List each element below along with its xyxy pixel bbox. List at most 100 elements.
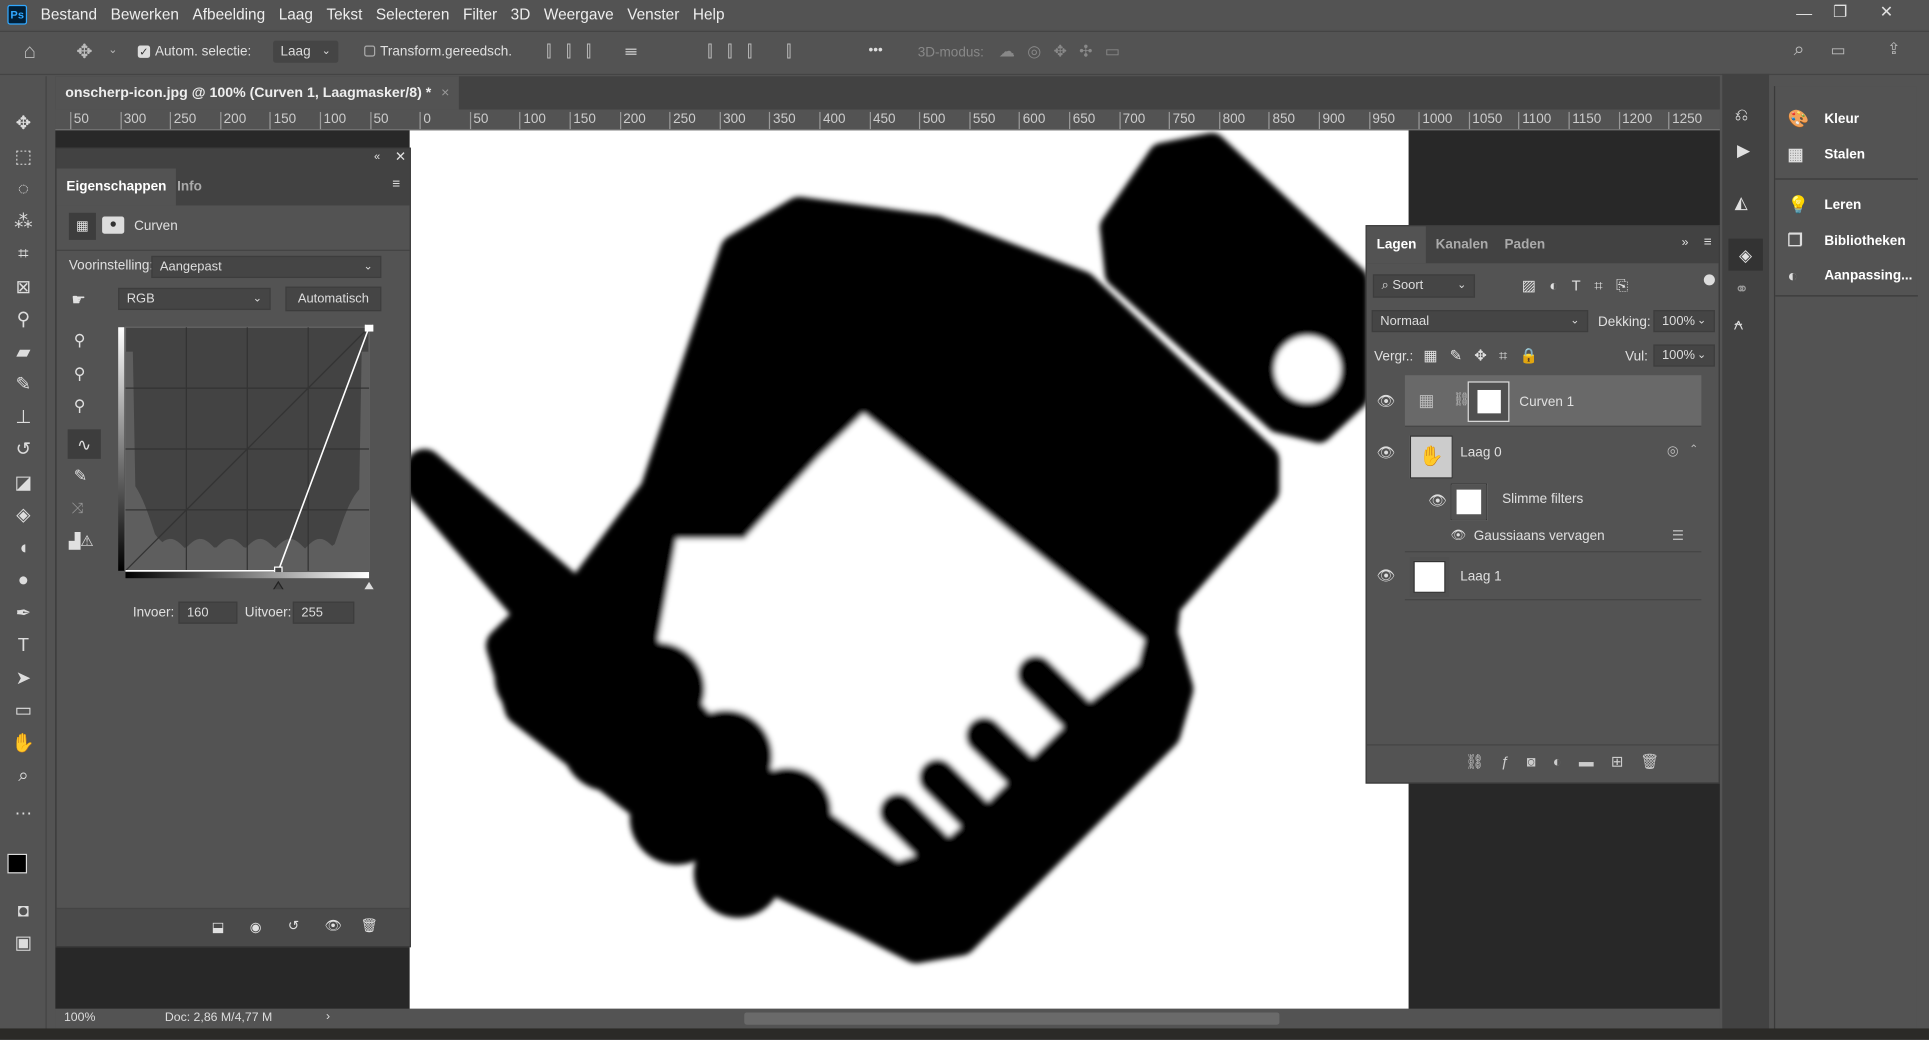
curves-graph[interactable] — [118, 324, 374, 590]
pen-tool-icon[interactable]: ✒ — [10, 600, 37, 627]
menu-weergave[interactable]: Weergave — [544, 6, 614, 23]
visibility-eye-icon[interactable]: 👁 — [1428, 492, 1447, 509]
filter-options-icon[interactable]: ☰ — [1672, 528, 1684, 544]
document-canvas[interactable] — [409, 130, 1409, 1009]
clip-to-layer-icon[interactable]: ⬓ — [212, 919, 225, 935]
crop-tool-icon[interactable]: ⌗ — [10, 241, 37, 268]
document-tab[interactable]: onscherp-icon.jpg @ 100% (Curven 1, Laag… — [55, 76, 460, 110]
lock-icons[interactable]: ▦✎✥⌗🔒 — [1423, 347, 1550, 365]
horizontal-scrollbar[interactable] — [744, 1012, 1280, 1025]
transform-checkbox[interactable] — [364, 45, 376, 57]
panel-leren[interactable]: 💡 Leren — [1787, 194, 1861, 215]
layer-name[interactable]: Laag 0 — [1460, 445, 1501, 460]
search-icon[interactable]: ⌕ — [1794, 39, 1805, 61]
smart-filters-label[interactable]: Slimme filters — [1502, 492, 1583, 507]
stamp-tool-icon[interactable]: ⊥ — [10, 405, 37, 432]
visibility-eye-icon[interactable]: 👁 — [1377, 392, 1396, 409]
history-icon[interactable]: ⎌ — [1735, 105, 1749, 126]
tab-info[interactable]: Info — [167, 169, 211, 206]
eraser-icon[interactable]: ◪ — [10, 470, 37, 497]
type-tool-icon[interactable]: T — [10, 632, 37, 659]
foreground-color-swatch[interactable] — [7, 853, 28, 874]
minimize-button[interactable]: — — [1796, 4, 1812, 22]
layer-row-laag-1[interactable] — [1404, 554, 1702, 601]
visibility-eye-icon[interactable]: 👁 — [1377, 444, 1396, 461]
auto-select-dropdown[interactable]: Laag ⌄ — [273, 40, 339, 63]
opacity-field[interactable]: 100% ⌄ — [1653, 310, 1715, 333]
panel-menu-icon[interactable]: ≡ — [1704, 235, 1712, 250]
close-panel-icon[interactable]: ✕ — [395, 149, 406, 165]
visibility-eye-icon[interactable]: 👁 — [1377, 567, 1396, 584]
actions-play-icon[interactable]: ▶ — [1737, 140, 1750, 161]
visibility-eye-icon[interactable]: 👁 — [1450, 529, 1466, 543]
preset-dropdown[interactable]: Aangepast ⌄ — [151, 255, 382, 279]
fill-field[interactable]: 100% ⌄ — [1653, 344, 1715, 367]
collapse-icon[interactable]: « — [374, 150, 380, 162]
channels-icon[interactable]: ⚭ — [1735, 279, 1749, 300]
layer-mask-thumbnail[interactable] — [1467, 381, 1510, 422]
menu-bewerken[interactable]: Bewerken — [111, 6, 179, 23]
tab-kanalen[interactable]: Kanalen — [1426, 226, 1498, 263]
gray-point-eyedropper-icon[interactable]: ⚲ — [74, 364, 86, 384]
align-icons[interactable]: ⫿⫿⫿ ☰ — [546, 42, 652, 62]
mask-icon[interactable]: ● — [102, 216, 125, 234]
menu-filter[interactable]: Filter — [463, 6, 497, 23]
lasso-tool-icon[interactable]: ◌ — [10, 176, 37, 203]
pencil-icon[interactable]: ✎ — [74, 466, 87, 486]
more-options-button[interactable]: ••• — [869, 43, 883, 58]
properties-icon[interactable]: ◭ — [1735, 192, 1748, 213]
clipping-warning-icon[interactable]: ▟⚠ — [69, 533, 94, 550]
delete-icon[interactable]: 🗑 — [360, 918, 377, 934]
view-previous-icon[interactable]: ◉ — [250, 919, 262, 935]
move-tool-icon[interactable]: ✥ — [76, 39, 92, 64]
home-icon[interactable]: ⌂ — [23, 39, 36, 64]
rectangle-tool-icon[interactable]: ▭ — [10, 698, 37, 725]
marquee-tool-icon[interactable]: ⬚ — [10, 144, 37, 171]
menu-bestand[interactable]: Bestand — [41, 6, 97, 23]
zoom-tool-icon[interactable]: ⌕ — [10, 763, 37, 790]
filter-type-icons[interactable]: ▨◐T⌗⎘ — [1522, 277, 1642, 295]
tab-paden[interactable]: Paden — [1495, 226, 1555, 263]
expand-icon[interactable]: » — [1682, 236, 1689, 250]
paint-bucket-icon[interactable]: ◈ — [10, 502, 37, 529]
filter-toggle[interactable] — [1703, 274, 1715, 286]
panel-kleur[interactable]: 🎨 Kleur — [1787, 108, 1859, 129]
healing-brush-icon[interactable]: ▰ — [10, 340, 37, 367]
channel-dropdown[interactable]: RGB ⌄ — [118, 287, 271, 311]
panel-bibliotheken[interactable]: ❐ Bibliotheken — [1787, 230, 1905, 251]
smart-filter-mask-thumbnail[interactable] — [1450, 483, 1488, 521]
hand-tool-icon[interactable]: ✋ — [10, 731, 37, 758]
auto-button[interactable]: Automatisch — [285, 286, 382, 312]
menu-help[interactable]: Help — [693, 6, 725, 23]
curve-points-icon[interactable]: ∿ — [67, 429, 101, 459]
menu-tekst[interactable]: Tekst — [326, 6, 362, 23]
reset-icon[interactable]: ↺ — [288, 918, 299, 934]
workspace-icon[interactable]: ▭ — [1831, 41, 1846, 61]
3d-mode-icons[interactable]: ☁◎✥✣▭ — [999, 42, 1132, 62]
blur-tool-icon[interactable]: ◖ — [10, 535, 37, 562]
target-adjustment-icon[interactable]: ☛ — [71, 290, 85, 310]
smooth-curve-icon[interactable]: ⤨ — [71, 499, 83, 517]
dodge-tool-icon[interactable]: ● — [10, 567, 37, 594]
panel-aanpassingen[interactable]: ◐ Aanpassing... — [1787, 266, 1912, 286]
history-brush-icon[interactable]: ↺ — [10, 437, 37, 464]
document-info[interactable]: Doc: 2,86 M/4,77 M — [165, 1011, 272, 1025]
panel-stalen[interactable]: ▦ Stalen — [1787, 144, 1865, 165]
layer-filter-dropdown[interactable]: ⌕ Soort ⌄ — [1372, 274, 1476, 298]
curves-adjustment-icon[interactable]: ▦ — [68, 212, 96, 240]
blend-mode-dropdown[interactable]: Normaal ⌄ — [1371, 310, 1589, 333]
share-icon[interactable]: ⇪ — [1887, 39, 1900, 59]
quick-mask-icon[interactable]: ◘ — [10, 898, 37, 925]
layer-name[interactable]: Laag 1 — [1460, 570, 1501, 585]
magic-wand-icon[interactable]: ⁂ — [10, 209, 37, 236]
close-tab-icon[interactable]: × — [441, 85, 449, 100]
status-menu-arrow[interactable]: › — [326, 1010, 330, 1024]
eyedropper-icon[interactable]: ⚲ — [10, 306, 37, 333]
visibility-icon[interactable]: 👁 — [325, 918, 342, 934]
panel-menu-icon[interactable]: ≡ — [392, 177, 400, 192]
layers-icon[interactable]: ◈ — [1728, 238, 1763, 271]
maximize-button[interactable]: ❐ — [1833, 2, 1847, 22]
paths-icon[interactable]: ⍲ — [1733, 314, 1743, 335]
chevron-down-icon[interactable]: ⌄ — [108, 43, 117, 57]
layer-name[interactable]: Curven 1 — [1519, 395, 1574, 410]
